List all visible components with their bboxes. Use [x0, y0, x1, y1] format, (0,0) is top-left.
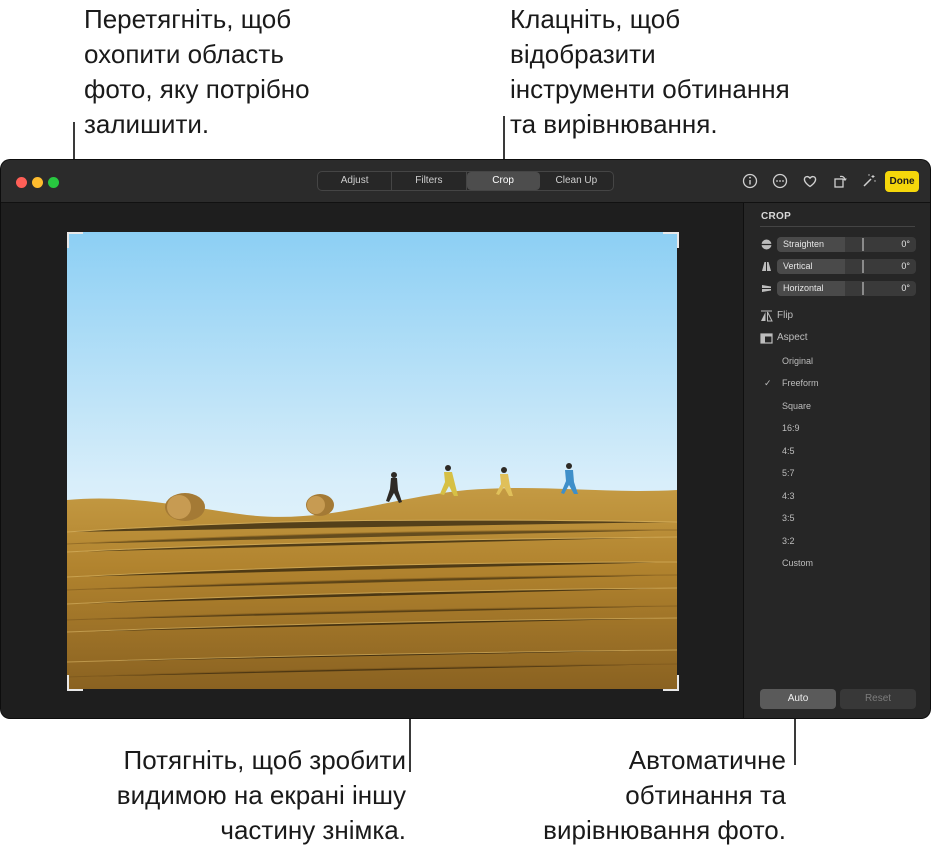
photos-edit-window: Adjust Filters Crop Clean Up Done CROP S…: [1, 160, 930, 718]
slider-knob[interactable]: [862, 282, 864, 295]
slider-label: Straighten: [783, 239, 825, 249]
slider-knob[interactable]: [862, 260, 864, 273]
slider-knob[interactable]: [862, 238, 864, 251]
tab-filters[interactable]: Filters: [392, 172, 467, 190]
edit-mode-tabs: Adjust Filters Crop Clean Up: [317, 171, 614, 191]
photo-canvas[interactable]: [1, 203, 743, 718]
aspect-option-original[interactable]: Original: [782, 355, 813, 367]
divider: [760, 226, 915, 227]
callout-line-text: охопити область: [84, 39, 284, 69]
callout-line-text: вирівнювання фото.: [543, 815, 786, 845]
heart-icon[interactable]: [801, 172, 819, 190]
callout-crop-handles: Перетягніть, щоб охопити область фото, я…: [84, 2, 310, 142]
toolbar: Adjust Filters Crop Clean Up Done: [1, 160, 930, 203]
aspect-option-4-3[interactable]: 4:3: [782, 490, 795, 502]
horizontal-perspective-icon: [762, 285, 771, 292]
callout-crop-tab: Клацніть, щоб відобразити інструменти об…: [510, 2, 790, 142]
aspect-option-freeform[interactable]: Freeform: [782, 377, 819, 389]
aspect-option-5-7[interactable]: 5:7: [782, 467, 795, 479]
horizontal-slider[interactable]: Horizontal 0°: [760, 281, 916, 296]
slider-track[interactable]: Straighten 0°: [777, 237, 916, 252]
info-icon[interactable]: [741, 172, 759, 190]
callout-line-text: відобразити: [510, 39, 656, 69]
reset-button[interactable]: Reset: [840, 689, 916, 709]
aspect-option-square[interactable]: Square: [782, 400, 811, 412]
aspect-label: Aspect: [777, 332, 808, 343]
straighten-icon: [761, 239, 772, 250]
aspect-option-custom[interactable]: Custom: [782, 557, 813, 569]
callout-auto-button: Автоматичне обтинання та вирівнювання фо…: [543, 743, 786, 848]
slider-track[interactable]: Vertical 0°: [777, 259, 916, 274]
slider-label: Vertical: [783, 261, 813, 271]
tab-adjust[interactable]: Adjust: [318, 172, 393, 190]
photo-image[interactable]: [67, 232, 677, 689]
zoom-window-button[interactable]: [48, 177, 59, 188]
vertical-perspective-icon: [762, 262, 771, 271]
rotate-icon[interactable]: [831, 172, 849, 190]
callout-line-text: Потягніть, щоб зробити: [123, 745, 406, 775]
more-icon[interactable]: [771, 172, 789, 190]
callout-line-text: Автоматичне: [628, 745, 786, 775]
crop-handle-bottom-right[interactable]: [663, 675, 679, 691]
sidebar-title: CROP: [761, 211, 792, 222]
close-window-button[interactable]: [16, 177, 27, 188]
slider-value: 0°: [901, 283, 910, 293]
aspect-option-16-9[interactable]: 16:9: [782, 422, 800, 434]
magic-wand-icon[interactable]: [860, 172, 878, 190]
slider-label: Horizontal: [783, 283, 824, 293]
aspect-option-4-5[interactable]: 4:5: [782, 445, 795, 457]
straighten-slider[interactable]: Straighten 0°: [760, 237, 916, 252]
crop-handle-bottom-left[interactable]: [67, 675, 83, 691]
crop-sidebar: CROP Straighten 0° Vertical 0° Horizonta…: [743, 203, 930, 718]
callout-line-text: та вирівнювання.: [510, 109, 718, 139]
callout-line-text: Клацніть, щоб: [510, 4, 681, 34]
aspect-icon: [760, 333, 773, 344]
slider-track[interactable]: Horizontal 0°: [777, 281, 916, 296]
tab-clean-up[interactable]: Clean Up: [540, 172, 613, 190]
callout-line-text: видимою на екрані іншу: [116, 780, 406, 810]
callout-line-text: частину знімка.: [220, 815, 406, 845]
slider-value: 0°: [901, 239, 910, 249]
crop-handle-top-left[interactable]: [67, 232, 83, 248]
minimize-window-button[interactable]: [32, 177, 43, 188]
vertical-slider[interactable]: Vertical 0°: [760, 259, 916, 274]
checkmark-icon: ✓: [764, 378, 772, 388]
slider-value: 0°: [901, 261, 910, 271]
flip-label: Flip: [777, 310, 794, 321]
callout-line-text: Перетягніть, щоб: [84, 4, 292, 34]
flip-icon: [761, 310, 773, 322]
crop-handle-top-right[interactable]: [663, 232, 679, 248]
aspect-option-3-5[interactable]: 3:5: [782, 512, 795, 524]
aspect-option-3-2[interactable]: 3:2: [782, 535, 795, 547]
callout-line-text: залишити.: [84, 109, 210, 139]
callout-line-text: обтинання та: [625, 780, 786, 810]
callout-line-text: інструменти обтинання: [510, 74, 790, 104]
tab-crop[interactable]: Crop: [466, 172, 540, 190]
callout-drag-photo: Потягніть, щоб зробити видимою на екрані…: [117, 743, 406, 848]
done-button[interactable]: Done: [885, 171, 919, 192]
auto-button[interactable]: Auto: [760, 689, 836, 709]
hay-field-photo: [67, 232, 677, 689]
callout-line-text: фото, яку потрібно: [84, 74, 310, 104]
